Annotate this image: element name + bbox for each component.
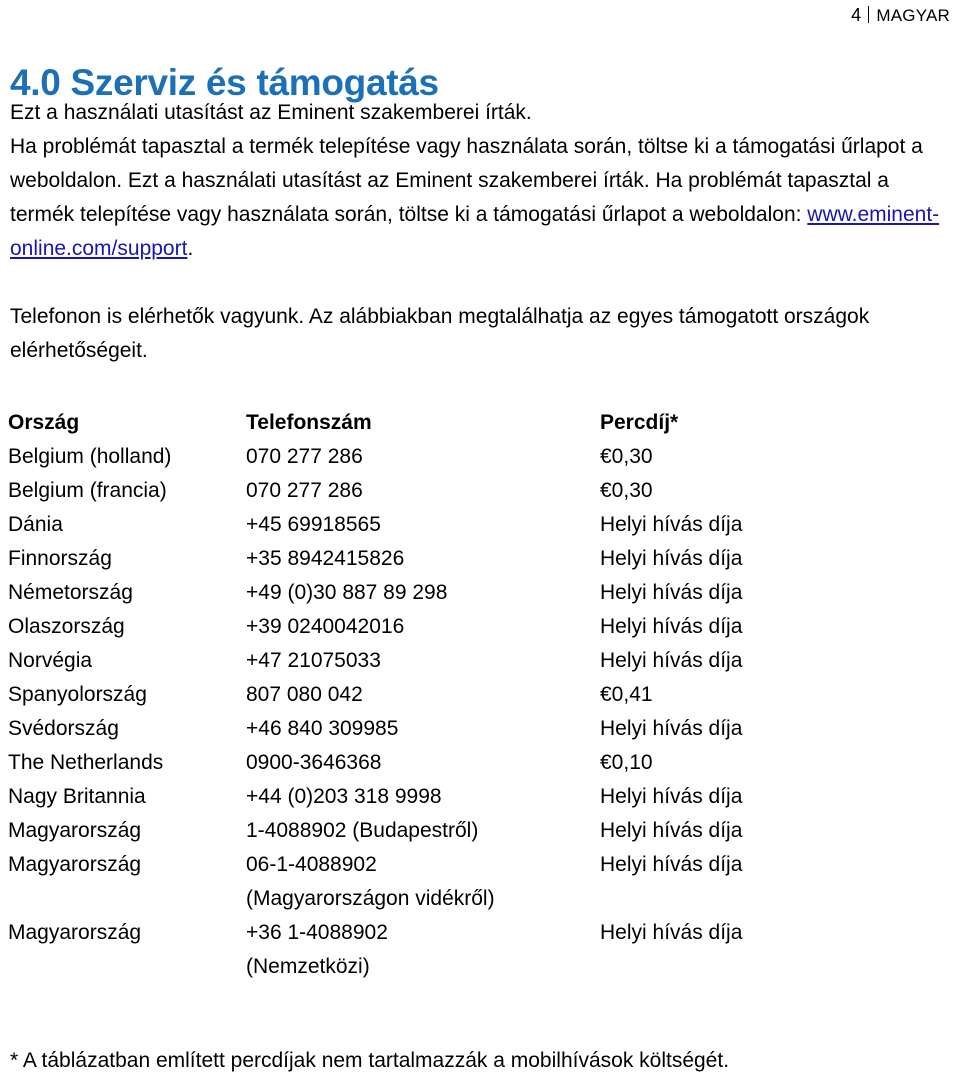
cell-phone: +45 69918565 bbox=[246, 508, 600, 542]
column-header-rate: Percdíj* bbox=[600, 411, 679, 434]
table-row: Dánia +45 69918565 Helyi hívás díja bbox=[8, 508, 868, 542]
cell-phone-primary: 0900-3646368 bbox=[246, 751, 382, 774]
cell-phone-secondary: (Nemzetközi) bbox=[246, 955, 370, 978]
cell-rate: €0,41 bbox=[600, 683, 653, 706]
phone-intro-block: Telefonon is elérhetők vagyunk. Az alább… bbox=[10, 300, 940, 368]
cell-country: Svédország bbox=[8, 717, 119, 740]
intro-paragraph-2: Ha problémát tapasztal a termék telepíté… bbox=[10, 130, 940, 266]
intro-paragraph-2-text: Ha problémát tapasztal a termék telepíté… bbox=[10, 135, 923, 226]
cell-country: Dánia bbox=[8, 513, 63, 536]
intro-text-block: Ezt a használati utasítást az Eminent sz… bbox=[10, 96, 940, 266]
document-page: 4 MAGYAR 4.0 Szerviz és támogatás Ezt a … bbox=[0, 0, 960, 1090]
cell-phone: +44 (0)203 318 9998 bbox=[246, 780, 600, 814]
cell-rate: €0,30 bbox=[600, 479, 653, 502]
cell-phone: +49 (0)30 887 89 298 bbox=[246, 576, 600, 610]
cell-rate: €0,30 bbox=[600, 445, 653, 468]
cell-phone: 1-4088902 (Budapestről) bbox=[246, 814, 600, 848]
cell-country: The Netherlands bbox=[8, 751, 164, 774]
table-row: The Netherlands 0900-3646368 €0,10 bbox=[8, 746, 868, 780]
cell-country: Magyarország bbox=[8, 853, 142, 876]
cell-country: Norvégia bbox=[8, 649, 93, 672]
header-divider bbox=[868, 6, 870, 23]
cell-phone-primary: +35 8942415826 bbox=[246, 547, 405, 570]
footnote: * A táblázatban említett percdíjak nem t… bbox=[10, 1049, 730, 1072]
cell-country: Magyarország bbox=[8, 921, 142, 944]
cell-phone: +39 0240042016 bbox=[246, 610, 600, 644]
cell-rate: Helyi hívás díja bbox=[600, 921, 743, 944]
table-row: Belgium (francia) 070 277 286 €0,30 bbox=[8, 474, 868, 508]
intro-paragraph-1: Ezt a használati utasítást az Eminent sz… bbox=[10, 101, 532, 124]
cell-phone-primary: +39 0240042016 bbox=[246, 615, 405, 638]
cell-rate: Helyi hívás díja bbox=[600, 717, 743, 740]
cell-rate: Helyi hívás díja bbox=[600, 513, 743, 536]
table-row: Németország +49 (0)30 887 89 298 Helyi hív… bbox=[8, 576, 868, 610]
table-row: Olaszország +39 0240042016 Helyi hívás díj… bbox=[8, 610, 868, 644]
cell-phone-primary: +49 (0)30 887 89 298 bbox=[246, 581, 448, 604]
cell-phone: 06-1-4088902 (Magyarországon vidékről) bbox=[246, 848, 600, 916]
support-contact-table: Ország Telefonszám Percdíj* Belgium (hol… bbox=[8, 406, 868, 984]
cell-phone-primary: +47 21075033 bbox=[246, 649, 381, 672]
table-row: Magyarország 1-4088902 (Budapestről) Helyi… bbox=[8, 814, 868, 848]
cell-country: Finnország bbox=[8, 547, 112, 570]
table-row: Norvégia +47 21075033 Helyi hívás díja bbox=[8, 644, 868, 678]
cell-rate: €0,10 bbox=[600, 751, 653, 774]
cell-country: Németország bbox=[8, 581, 133, 604]
cell-rate: Helyi hívás díja bbox=[600, 547, 743, 570]
cell-country: Belgium (francia) bbox=[8, 479, 167, 502]
cell-rate: Helyi hívás díja bbox=[600, 649, 743, 672]
page-number: 4 bbox=[851, 5, 862, 25]
table-row: Finnország +35 8942415826 Helyi hívás díja bbox=[8, 542, 868, 576]
page-header: 4 MAGYAR bbox=[851, 4, 950, 26]
cell-rate: Helyi hívás díja bbox=[600, 785, 743, 808]
table-row: Svédország +46 840 309985 Helyi hívás díja bbox=[8, 712, 868, 746]
cell-country: Magyarország bbox=[8, 819, 142, 842]
cell-phone-primary: 06-1-4088902 bbox=[246, 853, 377, 876]
cell-phone: 070 277 286 bbox=[246, 440, 600, 474]
cell-country: Nagy Britannia bbox=[8, 785, 146, 808]
cell-rate: Helyi hívás díja bbox=[600, 581, 743, 604]
cell-country: Belgium (holland) bbox=[8, 445, 172, 468]
table-body: Belgium (holland) 070 277 286 €0,30 Belgium… bbox=[8, 440, 868, 984]
table-row: Magyarország 06-1-4088902 (Magyarországon … bbox=[8, 848, 868, 916]
column-header-phone: Telefonszám bbox=[246, 411, 372, 434]
cell-rate: Helyi hívás díja bbox=[600, 615, 743, 638]
header-language: MAGYAR bbox=[876, 6, 950, 25]
cell-phone-primary: +46 840 309985 bbox=[246, 717, 399, 740]
cell-country: Olaszország bbox=[8, 615, 125, 638]
cell-phone-secondary: (Magyarországon vidékről) bbox=[246, 887, 495, 910]
cell-phone-primary: +45 69918565 bbox=[246, 513, 381, 536]
cell-phone: 0900-3646368 bbox=[246, 746, 600, 780]
table-row: Belgium (holland) 070 277 286 €0,30 bbox=[8, 440, 868, 474]
cell-phone: +47 21075033 bbox=[246, 644, 600, 678]
cell-rate: Helyi hívás díja bbox=[600, 853, 743, 876]
cell-phone: +46 840 309985 bbox=[246, 712, 600, 746]
cell-phone-primary: +44 (0)203 318 9998 bbox=[246, 785, 442, 808]
table-row: Spanyolország 807 080 042 €0,41 bbox=[8, 678, 868, 712]
cell-phone-primary: 070 277 286 bbox=[246, 479, 363, 502]
cell-phone: +35 8942415826 bbox=[246, 542, 600, 576]
cell-phone-primary: 070 277 286 bbox=[246, 445, 363, 468]
cell-phone-primary: +36 1-4088902 bbox=[246, 921, 388, 944]
table-head: Ország Telefonszám Percdíj* bbox=[8, 406, 868, 440]
cell-phone: 070 277 286 bbox=[246, 474, 600, 508]
table-header-row: Ország Telefonszám Percdíj* bbox=[8, 406, 868, 440]
cell-phone-primary: 1-4088902 (Budapestről) bbox=[246, 819, 479, 842]
cell-phone: 807 080 042 bbox=[246, 678, 600, 712]
table-row: Nagy Britannia +44 (0)203 318 9998 Helyi h… bbox=[8, 780, 868, 814]
phone-intro-paragraph: Telefonon is elérhetők vagyunk. Az alább… bbox=[10, 305, 870, 362]
table-row: Magyarország +36 1-4088902 (Nemzetközi) Hel… bbox=[8, 916, 868, 984]
cell-phone-primary: 807 080 042 bbox=[246, 683, 363, 706]
cell-country: Spanyolország bbox=[8, 683, 147, 706]
cell-rate: Helyi hívás díja bbox=[600, 819, 743, 842]
cell-phone: +36 1-4088902 (Nemzetközi) bbox=[246, 916, 600, 984]
intro-paragraph-2-period: . bbox=[187, 237, 194, 260]
column-header-country: Ország bbox=[8, 411, 80, 434]
